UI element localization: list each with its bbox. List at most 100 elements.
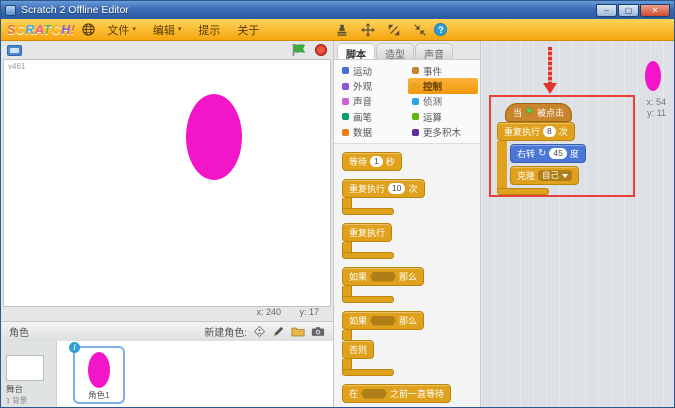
category-color-swatch [412,129,419,136]
block-foot [342,296,394,303]
turn-degrees-input[interactable]: 45 [549,148,566,159]
category-侦测[interactable]: 侦测 [408,94,478,109]
presentation-mode-icon[interactable] [7,45,22,56]
block-label: 那么 [399,314,417,327]
rotate-cw-icon: ↻ [538,149,546,159]
shrink-icon[interactable] [413,23,427,37]
new-sprite-toolbar: 新建角色: [204,324,325,339]
scripts-pane[interactable]: x: 54 y: 11 当 ⚑ 被点击 重复执行 8 次 右转 [481,41,674,408]
mouse-y-readout: y: 17 [299,307,319,317]
close-button[interactable]: ✕ [640,4,670,17]
category-color-swatch [412,67,419,74]
tab-sounds[interactable]: 声音 [415,43,453,59]
boolean-slot[interactable] [361,389,387,399]
stage-sprite-ellipse[interactable] [186,94,242,180]
stop-button[interactable] [315,44,327,56]
number-input[interactable]: 1 [370,156,383,167]
number-input[interactable]: 10 [388,183,405,194]
block-label: 如果 [349,270,367,283]
block-foot [342,208,394,215]
paint-brush-icon[interactable] [272,325,285,338]
sprite-card-selected[interactable]: i 角色1 [73,346,125,404]
block-foot [342,369,394,376]
category-color-swatch [412,113,419,120]
block-foot [342,252,394,259]
help-icon[interactable]: ? [434,23,447,36]
main-area: v461 x: 240 y: 17 角色 新建角色: [1,41,674,408]
menu-about[interactable]: 关于 [232,21,264,39]
mouse-x-readout: x: 240 [256,307,281,317]
category-label: 声音 [353,94,372,108]
menu-tips[interactable]: 提示 [193,21,225,39]
menu-edit[interactable]: 编辑 ▾ [148,21,187,39]
palette-block[interactable]: 等待1秒 [342,152,480,171]
category-画笔[interactable]: 画笔 [338,109,408,124]
sprite-library-icon[interactable] [253,325,266,338]
stage-header [1,41,333,59]
script-stack[interactable]: 当 ⚑ 被点击 重复执行 8 次 右转 ↻ 45 度 [497,103,586,195]
window-title: Scratch 2 Offline Editor [21,4,129,16]
category-数据[interactable]: 数据 [338,125,408,140]
category-label: 画笔 [353,110,372,124]
palette-block[interactable]: 重复执行 [342,223,480,259]
category-label: 事件 [423,64,442,78]
boolean-slot[interactable] [370,316,396,326]
repeat-count-input[interactable]: 8 [543,126,556,137]
category-运动[interactable]: 运动 [338,63,408,78]
green-flag-button[interactable] [291,43,307,57]
app-window: Scratch 2 Offline Editor – ▢ ✕ SCRATCH! … [0,0,675,408]
duplicate-stamp-icon[interactable] [335,23,349,37]
menu-edit-label: 编辑 [153,22,175,38]
annotation-arrow [543,47,557,95]
sprite-thumbnail [88,352,110,388]
when-flag-clicked-block[interactable]: 当 ⚑ 被点击 [505,103,572,122]
block-label: 否则 [349,343,367,356]
palette-block[interactable]: 在之前一直等待 [342,384,480,403]
minimize-button[interactable]: – [596,4,617,17]
palette-block[interactable]: 重复执行10次 [342,179,480,215]
maximize-button[interactable]: ▢ [618,4,639,17]
block-label: 在 [349,387,358,400]
stage-thumbnail[interactable] [6,355,44,381]
stage-canvas[interactable]: v461 [3,59,331,307]
block-label: 次 [559,125,568,138]
sprite-list-header: 角色 新建角色: [1,321,333,341]
tab-costumes[interactable]: 造型 [376,43,414,59]
titlebar: Scratch 2 Offline Editor – ▢ ✕ [1,1,674,19]
category-控制[interactable]: 控制 [408,78,478,93]
block-palette: 等待1秒重复执行10次重复执行如果那么如果那么否则在之前一直等待重复执行直到 [334,144,480,408]
clone-target-dropdown[interactable]: 自己 [538,170,572,181]
sprite-mini-thumbnail [645,61,661,91]
block-label: 重复执行 [349,226,385,239]
move-arrows-icon[interactable] [361,23,375,37]
category-color-swatch [342,113,349,120]
palette-block[interactable]: 如果那么否则 [342,311,480,376]
grow-icon[interactable] [387,23,401,37]
category-label: 侦测 [423,94,442,108]
category-事件[interactable]: 事件 [408,63,478,78]
category-label: 数据 [353,125,372,139]
palette-block[interactable]: 如果那么 [342,267,480,303]
camera-icon[interactable] [311,326,325,337]
cursor-toolbar [335,23,427,37]
category-运算[interactable]: 运算 [408,109,478,124]
stage-panel: v461 x: 240 y: 17 角色 新建角色: [1,41,334,408]
sprite-info-icon[interactable]: i [69,342,80,353]
turn-right-block[interactable]: 右转 ↻ 45 度 [510,144,586,163]
tab-scripts[interactable]: 脚本 [337,43,375,59]
block-label: 右转 [517,147,535,160]
category-更多积木[interactable]: 更多积木 [408,125,478,140]
boolean-slot[interactable] [370,272,396,282]
menu-file[interactable]: 文件 ▾ [102,21,141,39]
language-globe-icon[interactable] [82,23,95,36]
block-label: 等待 [349,155,367,168]
category-外观[interactable]: 外观 [338,78,408,93]
clone-block[interactable]: 克隆 自己 [510,166,579,185]
sprite-y-readout: y: 11 [632,108,666,118]
upload-folder-icon[interactable] [291,326,305,337]
category-声音[interactable]: 声音 [338,94,408,109]
stage-thumbnail-column[interactable]: 舞台 1 背景 [1,341,57,408]
repeat-block-header[interactable]: 重复执行 8 次 [497,122,575,141]
green-flag-icon: ⚑ [525,108,534,118]
block-label: 秒 [386,155,395,168]
